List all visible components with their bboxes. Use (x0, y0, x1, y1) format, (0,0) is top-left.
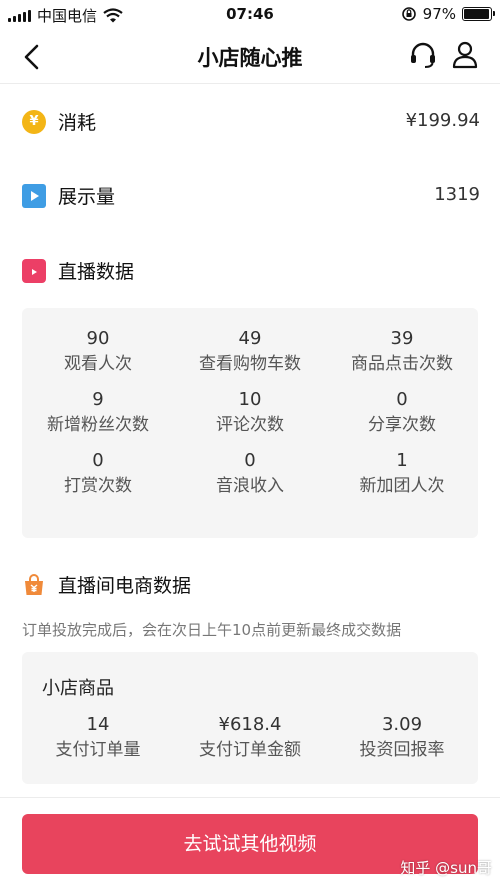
shop-products-title: 小店商品 (42, 678, 114, 699)
stat-label: 新加团人次 (359, 476, 445, 496)
stat-value: 14 (86, 714, 110, 735)
status-right: 97% (401, 5, 495, 23)
nav-bar: 小店随心推 (0, 30, 500, 84)
stat-label: 音浪收入 (216, 476, 284, 496)
status-bar: 中国电信 07:46 97% (0, 0, 500, 30)
stat-label: 观看人次 (64, 354, 132, 374)
user-icon[interactable] (450, 40, 480, 70)
stat-label: 分享次数 (368, 415, 436, 435)
stat-roi: 3.09 投资回报率 (326, 714, 478, 762)
play-icon (22, 184, 46, 208)
shop-stats-grid: 14 支付订单量 ¥618.4 支付订单金额 3.09 投资回报率 (22, 714, 478, 762)
shopping-bag-icon (25, 574, 43, 595)
watermark: 知乎 @sun哥 (400, 859, 492, 877)
impressions-value: 1319 (434, 184, 480, 205)
stat-new-followers: 9 新增粉丝次数 (22, 389, 174, 437)
stat-new-group-members: 1 新加团人次 (326, 450, 478, 498)
headset-service-icon[interactable] (408, 40, 438, 70)
live-data-title: 直播数据 (58, 261, 135, 283)
stat-value: ¥618.4 (218, 714, 282, 735)
stat-value: 1 (396, 450, 408, 471)
stat-label: 支付订单量 (55, 740, 141, 760)
stat-label: 评论次数 (216, 415, 284, 435)
impressions-row: 展示量 1319 (22, 180, 480, 210)
stat-label: 新增粉丝次数 (47, 415, 149, 435)
consumption-label: 消耗 (58, 112, 97, 134)
stat-comments: 10 评论次数 (174, 389, 326, 437)
ecommerce-title: 直播间电商数据 (58, 575, 192, 597)
orientation-lock-icon (401, 7, 416, 21)
stat-tips: 0 打赏次数 (22, 450, 174, 498)
stat-value: 0 (244, 450, 256, 471)
stat-sound-wave-income: 0 音浪收入 (174, 450, 326, 498)
stat-cart-views: 49 查看购物车数 (174, 328, 326, 376)
stat-label: 支付订单金额 (199, 740, 301, 760)
stat-label: 投资回报率 (359, 740, 445, 760)
battery-icon (462, 7, 495, 21)
stat-value: 49 (238, 328, 262, 349)
stat-value: 0 (92, 450, 104, 471)
stat-paid-amount: ¥618.4 支付订单金额 (174, 714, 326, 762)
stat-value: 90 (86, 328, 110, 349)
stat-label: 打赏次数 (64, 476, 132, 496)
live-stats-grid: 90 观看人次 49 查看购物车数 39 商品点击次数 9 新增粉丝次数 10 … (22, 308, 478, 498)
stat-paid-orders: 14 支付订单量 (22, 714, 174, 762)
stat-viewers: 90 观看人次 (22, 328, 174, 376)
ecommerce-note: 订单投放完成后，会在次日上午10点前更新最终成交数据 (22, 621, 402, 639)
stat-value: 39 (390, 328, 414, 349)
live-stats-panel: 90 观看人次 49 查看购物车数 39 商品点击次数 9 新增粉丝次数 10 … (22, 308, 478, 538)
battery-percent: 97% (422, 5, 456, 23)
stat-label: 查看购物车数 (199, 354, 301, 374)
bottom-divider (0, 797, 500, 798)
stat-shares: 0 分享次数 (326, 389, 478, 437)
consumption-row: ¥ 消耗 ¥199.94 (22, 106, 480, 136)
tv-icon (22, 259, 46, 283)
consumption-value: ¥199.94 (405, 110, 480, 131)
stat-label: 商品点击次数 (351, 354, 453, 374)
yen-coin-icon: ¥ (22, 110, 46, 134)
stat-value: 9 (92, 389, 104, 410)
stat-value: 3.09 (381, 714, 423, 735)
battery-fill (464, 9, 490, 19)
stat-value: 0 (396, 389, 408, 410)
live-data-header: 直播数据 (22, 255, 480, 285)
stat-value: 10 (238, 389, 262, 410)
shop-products-panel: 小店商品 14 支付订单量 ¥618.4 支付订单金额 3.09 投资回报率 (22, 652, 478, 784)
stat-product-clicks: 39 商品点击次数 (326, 328, 478, 376)
ecommerce-header: 直播间电商数据 (22, 569, 480, 599)
impressions-label: 展示量 (58, 186, 116, 208)
